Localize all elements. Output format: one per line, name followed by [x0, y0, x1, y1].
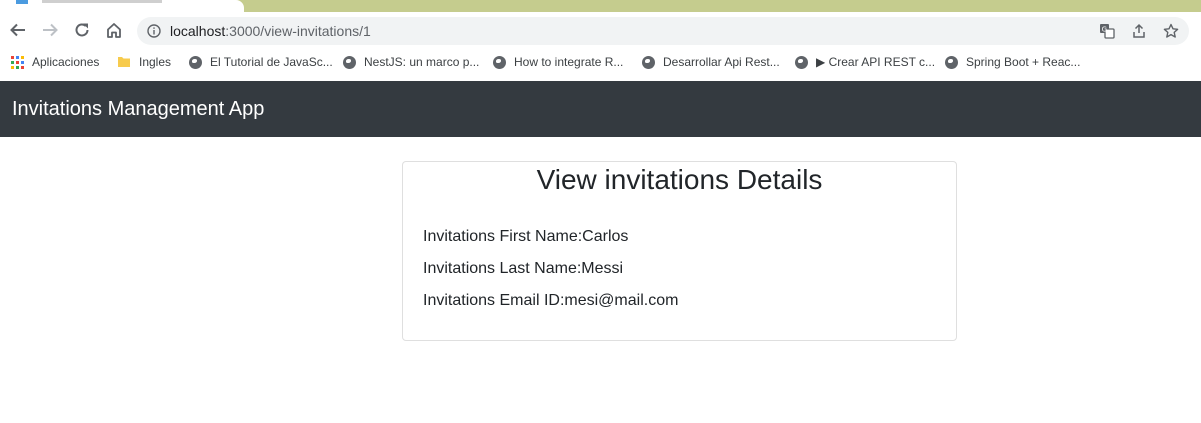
globe-icon	[492, 55, 506, 69]
folder-icon	[117, 55, 131, 69]
bookmark-label: How to integrate R...	[514, 55, 624, 69]
first-name-row: Invitations First Name:Carlos	[423, 228, 628, 246]
bookmark-label: Spring Boot + Reac...	[966, 55, 1081, 69]
last-name-label: Invitations Last Name:	[423, 260, 582, 277]
browser-toolbar: localhost:3000/view-invitations/1 G	[0, 12, 1201, 48]
bookmarks-bar: Aplicaciones Ingles El Tutorial de JavaS…	[0, 48, 1201, 76]
first-name-label: Invitations First Name:	[423, 228, 583, 245]
bookmark-spring-boot-react[interactable]: Spring Boot + Reac...	[944, 53, 1080, 71]
email-label: Invitations Email ID:	[423, 292, 565, 309]
card-title: View invitations Details	[536, 164, 823, 195]
reload-icon[interactable]	[70, 18, 94, 42]
last-name-row: Invitations Last Name:Messi	[423, 260, 623, 278]
bookmark-api-rest[interactable]: Desarrollar Api Rest...	[641, 53, 780, 71]
bookmark-ingles[interactable]: Ingles	[117, 53, 171, 71]
globe-icon	[944, 55, 958, 69]
browser-active-tab[interactable]	[0, 0, 244, 12]
share-icon[interactable]	[1130, 22, 1148, 40]
bookmark-crear-api-rest[interactable]: ▶ Crear API REST c...	[794, 53, 935, 71]
bookmark-how-to-integrate[interactable]: How to integrate R...	[492, 53, 623, 71]
bookmark-label: ▶ Crear API REST c...	[816, 55, 936, 69]
url-host: localhost	[170, 23, 226, 39]
site-info-icon[interactable]	[147, 24, 161, 38]
back-arrow-icon[interactable]	[6, 18, 30, 42]
forward-arrow-icon[interactable]	[38, 18, 62, 42]
bookmark-label: Desarrollar Api Rest...	[663, 55, 780, 69]
bookmark-javascript-tutorial[interactable]: El Tutorial de JavaSc...	[188, 53, 333, 71]
tab-favicon-icon	[16, 0, 28, 4]
email-value: mesi@mail.com	[564, 292, 679, 309]
bookmark-star-icon[interactable]	[1162, 22, 1180, 40]
bookmark-label: Ingles	[139, 55, 172, 69]
globe-icon	[641, 55, 655, 69]
bookmark-label: El Tutorial de JavaSc...	[210, 55, 333, 69]
first-name-value: Carlos	[582, 228, 629, 245]
bookmark-label: Aplicaciones	[32, 55, 100, 69]
url-text[interactable]: localhost:3000/view-invitations/1	[170, 23, 371, 39]
bookmark-label: NestJS: un marco p...	[364, 55, 480, 69]
globe-icon	[794, 55, 808, 69]
invitation-details-card: View invitations Details Invitations Fir…	[402, 161, 957, 341]
bookmark-aplicaciones[interactable]: Aplicaciones	[10, 53, 99, 71]
svg-text:G: G	[1102, 25, 1107, 33]
globe-icon	[342, 55, 356, 69]
email-row: Invitations Email ID:mesi@mail.com	[423, 292, 678, 310]
app-brand[interactable]: Invitations Management App	[12, 98, 264, 121]
browser-tab-strip	[0, 0, 1201, 12]
address-bar[interactable]: localhost:3000/view-invitations/1 G	[137, 17, 1189, 45]
tab-title-partial	[42, 0, 162, 3]
globe-icon	[188, 55, 202, 69]
last-name-value: Messi	[581, 260, 624, 277]
apps-grid-icon	[10, 55, 24, 69]
app-navbar: Invitations Management App	[0, 81, 1201, 137]
bookmark-nestjs[interactable]: NestJS: un marco p...	[342, 53, 479, 71]
url-path: :3000/view-invitations/1	[225, 23, 371, 39]
translate-icon[interactable]: G	[1098, 22, 1116, 40]
home-icon[interactable]	[102, 18, 126, 42]
